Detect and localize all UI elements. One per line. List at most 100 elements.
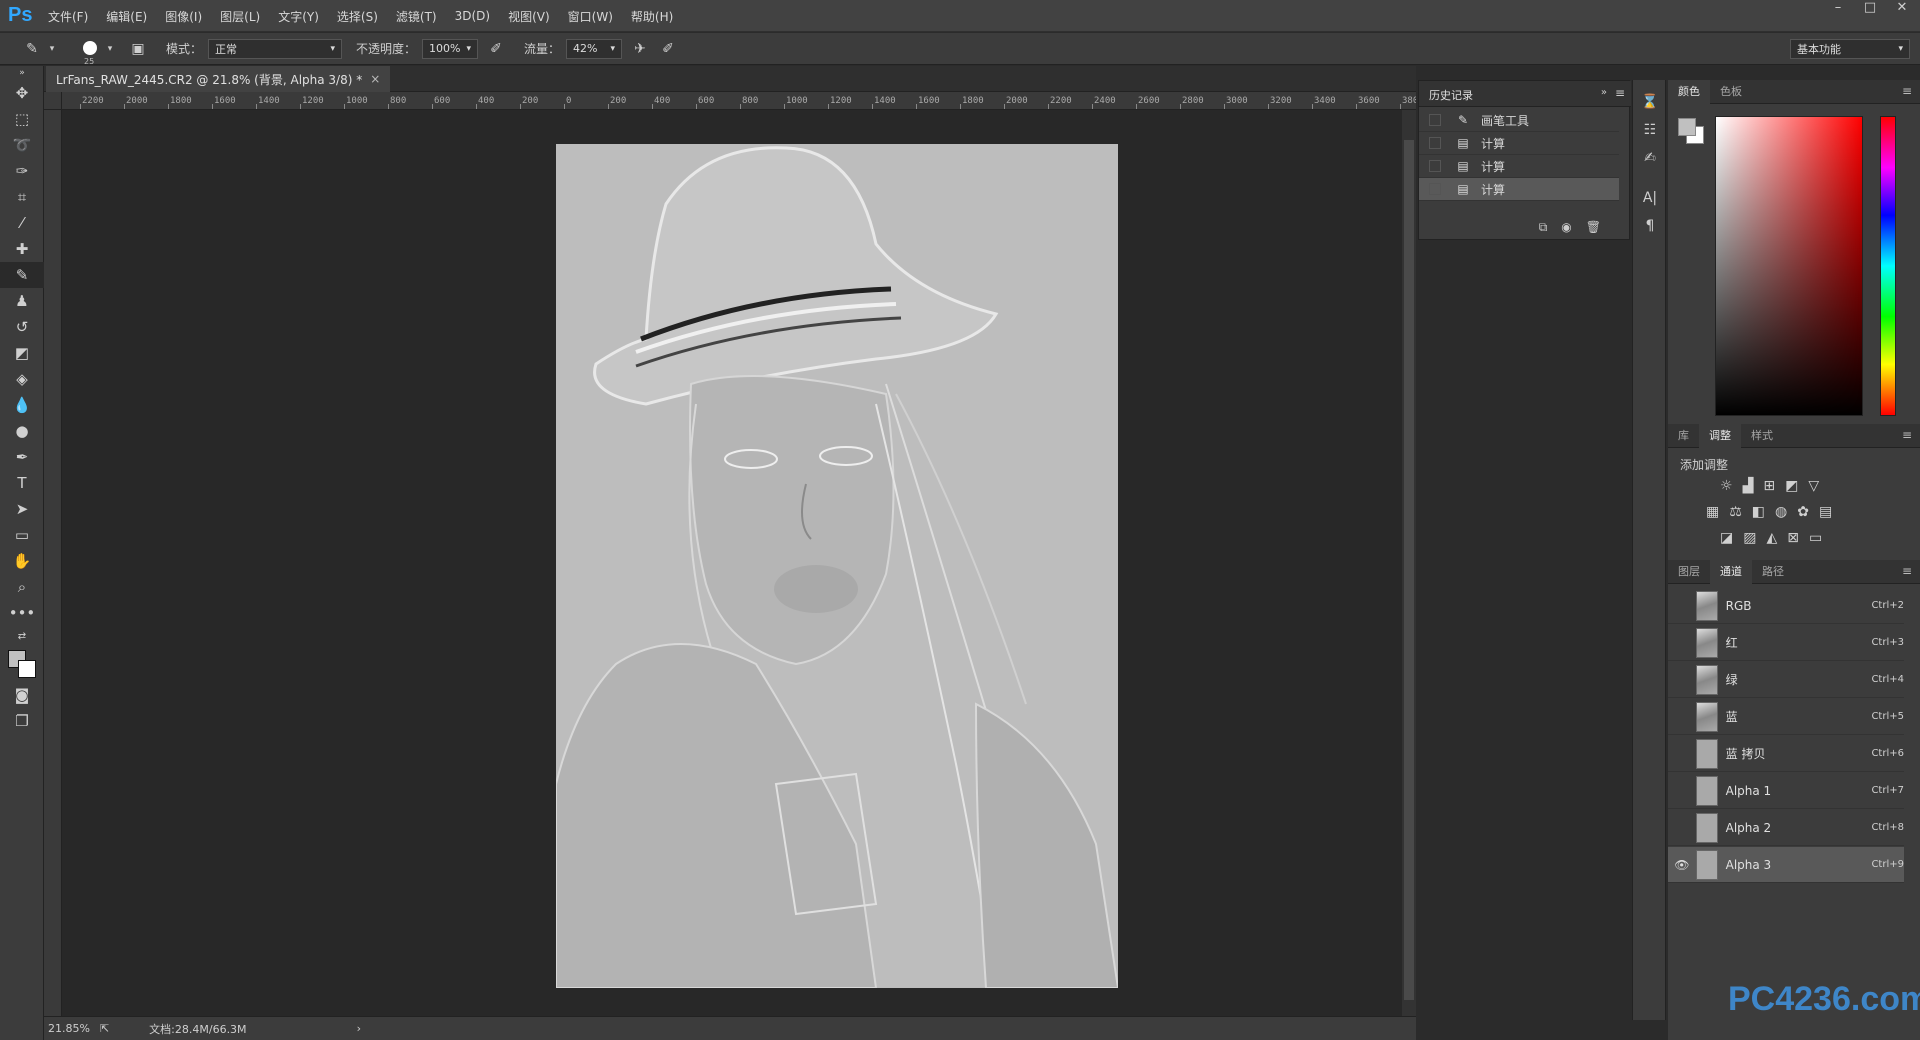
pressure-size-icon[interactable]: ✐: [658, 39, 678, 59]
snapshot-checkbox[interactable]: [1429, 114, 1441, 126]
opacity-field[interactable]: 100% ▾: [422, 38, 479, 59]
menu-filter[interactable]: 滤镜(T): [396, 8, 437, 25]
type-tool-icon[interactable]: T: [0, 470, 44, 496]
menu-select[interactable]: 选择(S): [337, 8, 378, 25]
history-item[interactable]: ▤ 计算: [1419, 178, 1619, 201]
rectangle-tool-icon[interactable]: ▭: [0, 522, 44, 548]
photo-filter-icon[interactable]: ◍: [1775, 504, 1787, 520]
flow-field[interactable]: 42% ▾: [566, 38, 623, 59]
panel-menu-icon[interactable]: ≡: [1902, 428, 1912, 442]
channel-row[interactable]: Alpha 1 Ctrl+7: [1668, 773, 1904, 809]
quick-select-tool-icon[interactable]: ✑: [0, 158, 44, 184]
history-item[interactable]: ▤ 计算: [1419, 155, 1619, 178]
dodge-tool-icon[interactable]: ●: [0, 418, 44, 444]
curves-icon[interactable]: ⊞: [1763, 478, 1775, 494]
screen-mode-icon[interactable]: ❐: [0, 708, 44, 734]
eyedropper-tool-icon[interactable]: ⁄: [0, 210, 44, 236]
chevron-right-icon[interactable]: ›: [357, 1022, 361, 1035]
camera-icon[interactable]: ◉: [1561, 220, 1571, 234]
levels-icon[interactable]: ▟: [1743, 478, 1754, 494]
brush-presets-icon[interactable]: ✍: [1633, 144, 1667, 172]
snapshot-checkbox[interactable]: [1429, 160, 1441, 172]
quick-mask-icon[interactable]: ◙: [0, 682, 44, 708]
selective-color-icon[interactable]: ⊠: [1787, 530, 1799, 546]
collapse-panel-icon[interactable]: »: [1601, 87, 1607, 98]
tab-libraries[interactable]: 库: [1668, 424, 1699, 448]
tab-layers[interactable]: 图层: [1668, 560, 1710, 584]
background-color-swatch[interactable]: [18, 660, 36, 678]
more-tools-icon[interactable]: •••: [0, 600, 44, 626]
horizontal-ruler[interactable]: 2200 2000 1800 1600 1400 1200 1000 800 600 400 200…: [62, 92, 1416, 110]
zoom-tool-icon[interactable]: ⌕: [0, 574, 44, 600]
history-tab[interactable]: 历史记录: [1427, 87, 1475, 103]
panel-menu-icon[interactable]: ≡: [1615, 86, 1625, 100]
crop-tool-icon[interactable]: ⌗: [0, 184, 44, 210]
swap-colors-icon[interactable]: ⇄: [0, 626, 44, 646]
document-canvas[interactable]: [556, 144, 1118, 988]
marquee-tool-icon[interactable]: ⬚: [0, 106, 44, 132]
brush-size-preview[interactable]: 25: [80, 39, 100, 66]
path-select-tool-icon[interactable]: ➤: [0, 496, 44, 522]
hue-slider[interactable]: [1880, 116, 1896, 416]
pressure-opacity-icon[interactable]: ✐: [486, 39, 506, 59]
menu-file[interactable]: 文件(F): [48, 8, 88, 25]
color-lookup-icon[interactable]: ▤: [1819, 504, 1832, 520]
close-button[interactable]: ✕: [1892, 1, 1912, 16]
paragraph-panel-icon[interactable]: ¶: [1633, 212, 1667, 240]
blur-tool-icon[interactable]: 💧: [0, 392, 44, 418]
history-item[interactable]: ✎ 画笔工具: [1419, 109, 1619, 132]
channel-row[interactable]: 蓝 Ctrl+5: [1668, 699, 1904, 735]
character-panel-icon[interactable]: A|: [1633, 184, 1667, 212]
healing-tool-icon[interactable]: ✚: [0, 236, 44, 262]
chevron-down-icon[interactable]: ▾: [42, 39, 62, 59]
eraser-tool-icon[interactable]: ◩: [0, 340, 44, 366]
posterize-icon[interactable]: ▨: [1743, 530, 1756, 546]
channel-row[interactable]: 红 Ctrl+3: [1668, 625, 1904, 661]
workspace-select[interactable]: 基本功能 ▾: [1790, 39, 1910, 59]
vertical-ruler[interactable]: [44, 110, 62, 1016]
properties-panel-icon[interactable]: ☷: [1633, 116, 1667, 144]
tab-adjustments[interactable]: 调整: [1699, 423, 1741, 448]
channel-mixer-icon[interactable]: ✿: [1797, 504, 1809, 520]
brightness-icon[interactable]: ☼: [1720, 478, 1733, 494]
color-balance-icon[interactable]: ⚖: [1729, 504, 1742, 520]
share-icon[interactable]: ⇱: [100, 1022, 109, 1035]
channel-row[interactable]: 绿 Ctrl+4: [1668, 662, 1904, 698]
menu-view[interactable]: 视图(V): [508, 8, 550, 25]
pen-tool-icon[interactable]: ✒: [0, 444, 44, 470]
color-swatches[interactable]: [0, 646, 44, 682]
menu-window[interactable]: 窗口(W): [568, 8, 613, 25]
trash-icon[interactable]: 🗑: [1586, 220, 1601, 234]
vibrance-icon[interactable]: ▽: [1808, 478, 1819, 494]
mode-select[interactable]: 正常 ▾: [208, 38, 343, 59]
lasso-tool-icon[interactable]: ➰: [0, 132, 44, 158]
chevron-down-icon[interactable]: ▾: [100, 39, 120, 59]
tab-color[interactable]: 颜色: [1668, 79, 1710, 104]
brush-panel-icon[interactable]: ▣: [128, 39, 148, 59]
document-tab[interactable]: LrFans_RAW_2445.CR2 @ 21.8% (背景, Alpha 3…: [46, 66, 391, 92]
channel-row[interactable]: 蓝 拷贝 Ctrl+6: [1668, 736, 1904, 772]
panel-menu-icon[interactable]: ≡: [1902, 564, 1912, 578]
menu-edit[interactable]: 编辑(E): [106, 8, 147, 25]
threshold-icon[interactable]: ◭: [1766, 530, 1777, 546]
tab-channels[interactable]: 通道: [1710, 559, 1752, 584]
tab-paths[interactable]: 路径: [1752, 560, 1794, 584]
channel-row[interactable]: 👁 Alpha 3 Ctrl+9: [1668, 847, 1904, 883]
brush-tool-icon[interactable]: ✎: [0, 262, 44, 288]
hand-tool-icon[interactable]: ✋: [0, 548, 44, 574]
invert-icon[interactable]: ◪: [1720, 530, 1733, 546]
scrollbar-thumb[interactable]: [1404, 140, 1414, 1000]
channel-row[interactable]: Alpha 2 Ctrl+8: [1668, 810, 1904, 846]
panel-menu-icon[interactable]: ≡: [1902, 84, 1912, 98]
paint-bucket-tool-icon[interactable]: ◈: [0, 366, 44, 392]
menu-type[interactable]: 文字(Y): [278, 8, 319, 25]
hue-saturation-icon[interactable]: ▦: [1706, 504, 1719, 520]
zoom-level[interactable]: 21.85%: [48, 1022, 90, 1035]
history-item[interactable]: ▤ 计算: [1419, 132, 1619, 155]
brush-tool-icon[interactable]: ✎: [22, 39, 42, 59]
ruler-origin[interactable]: [44, 92, 62, 110]
history-panel-icon[interactable]: ⌛: [1633, 88, 1667, 116]
gradient-map-icon[interactable]: ▭: [1809, 530, 1822, 546]
color-field[interactable]: [1715, 116, 1863, 416]
menu-3d[interactable]: 3D(D): [455, 9, 490, 23]
